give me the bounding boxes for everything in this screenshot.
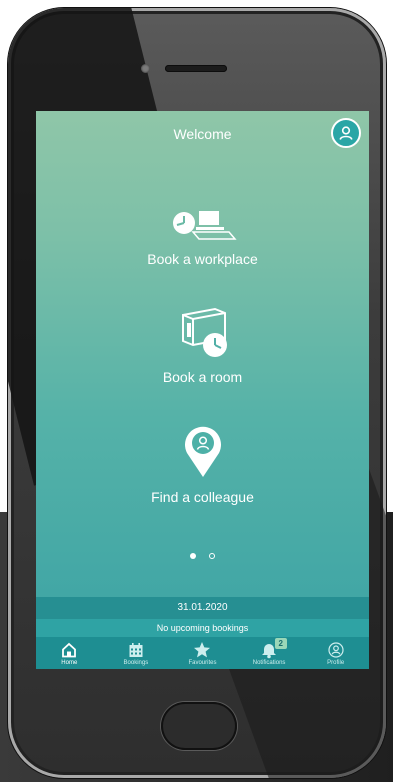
page-title: Welcome bbox=[173, 126, 232, 142]
calendar-icon bbox=[129, 642, 143, 657]
date-bar: 31.01.2020 bbox=[36, 597, 369, 619]
phone-home-button[interactable] bbox=[161, 702, 237, 750]
home-icon bbox=[62, 642, 77, 657]
tab-profile-label: Profile bbox=[327, 659, 345, 666]
profile-button[interactable] bbox=[331, 118, 361, 148]
tab-home[interactable]: Home bbox=[36, 637, 103, 669]
app-header: Welcome bbox=[36, 111, 369, 157]
book-workplace-label: Book a workplace bbox=[147, 251, 258, 267]
find-colleague-action[interactable]: Find a colleague bbox=[36, 423, 369, 505]
book-room-action[interactable]: Book a room bbox=[36, 305, 369, 385]
notification-count-badge: 2 bbox=[274, 638, 287, 649]
tab-favourites-label: Favourites bbox=[188, 659, 217, 666]
tab-notifications[interactable]: 2 Notifications bbox=[236, 637, 303, 669]
upcoming-bookings-bar: No upcoming bookings bbox=[36, 619, 369, 637]
find-colleague-label: Find a colleague bbox=[151, 489, 254, 505]
page-indicator bbox=[36, 545, 369, 559]
workplace-icon bbox=[172, 211, 237, 240]
location-person-icon bbox=[184, 426, 221, 477]
book-room-label: Book a room bbox=[162, 369, 243, 385]
earpiece-speaker bbox=[165, 65, 227, 72]
front-camera bbox=[141, 64, 150, 73]
app-screen: Welcome Book a workplace Book a room Fin… bbox=[36, 111, 369, 669]
profile-icon bbox=[339, 126, 353, 140]
tab-home-label: Home bbox=[61, 659, 78, 666]
bottom-tab-bar: Home Bookings Favourites 2 Notifications… bbox=[36, 637, 369, 669]
tab-bookings-label: Bookings bbox=[123, 659, 149, 666]
tab-favourites[interactable]: Favourites bbox=[169, 637, 236, 669]
tab-profile[interactable]: Profile bbox=[302, 637, 369, 669]
page-dot-active[interactable] bbox=[189, 552, 196, 559]
star-icon bbox=[194, 641, 211, 657]
book-workplace-action[interactable]: Book a workplace bbox=[36, 201, 369, 267]
tab-notifications-label: Notifications bbox=[252, 659, 286, 666]
room-clock-icon bbox=[181, 307, 227, 357]
page-dot[interactable] bbox=[209, 552, 216, 559]
profile-icon bbox=[328, 641, 344, 658]
tab-bookings[interactable]: Bookings bbox=[103, 637, 170, 669]
